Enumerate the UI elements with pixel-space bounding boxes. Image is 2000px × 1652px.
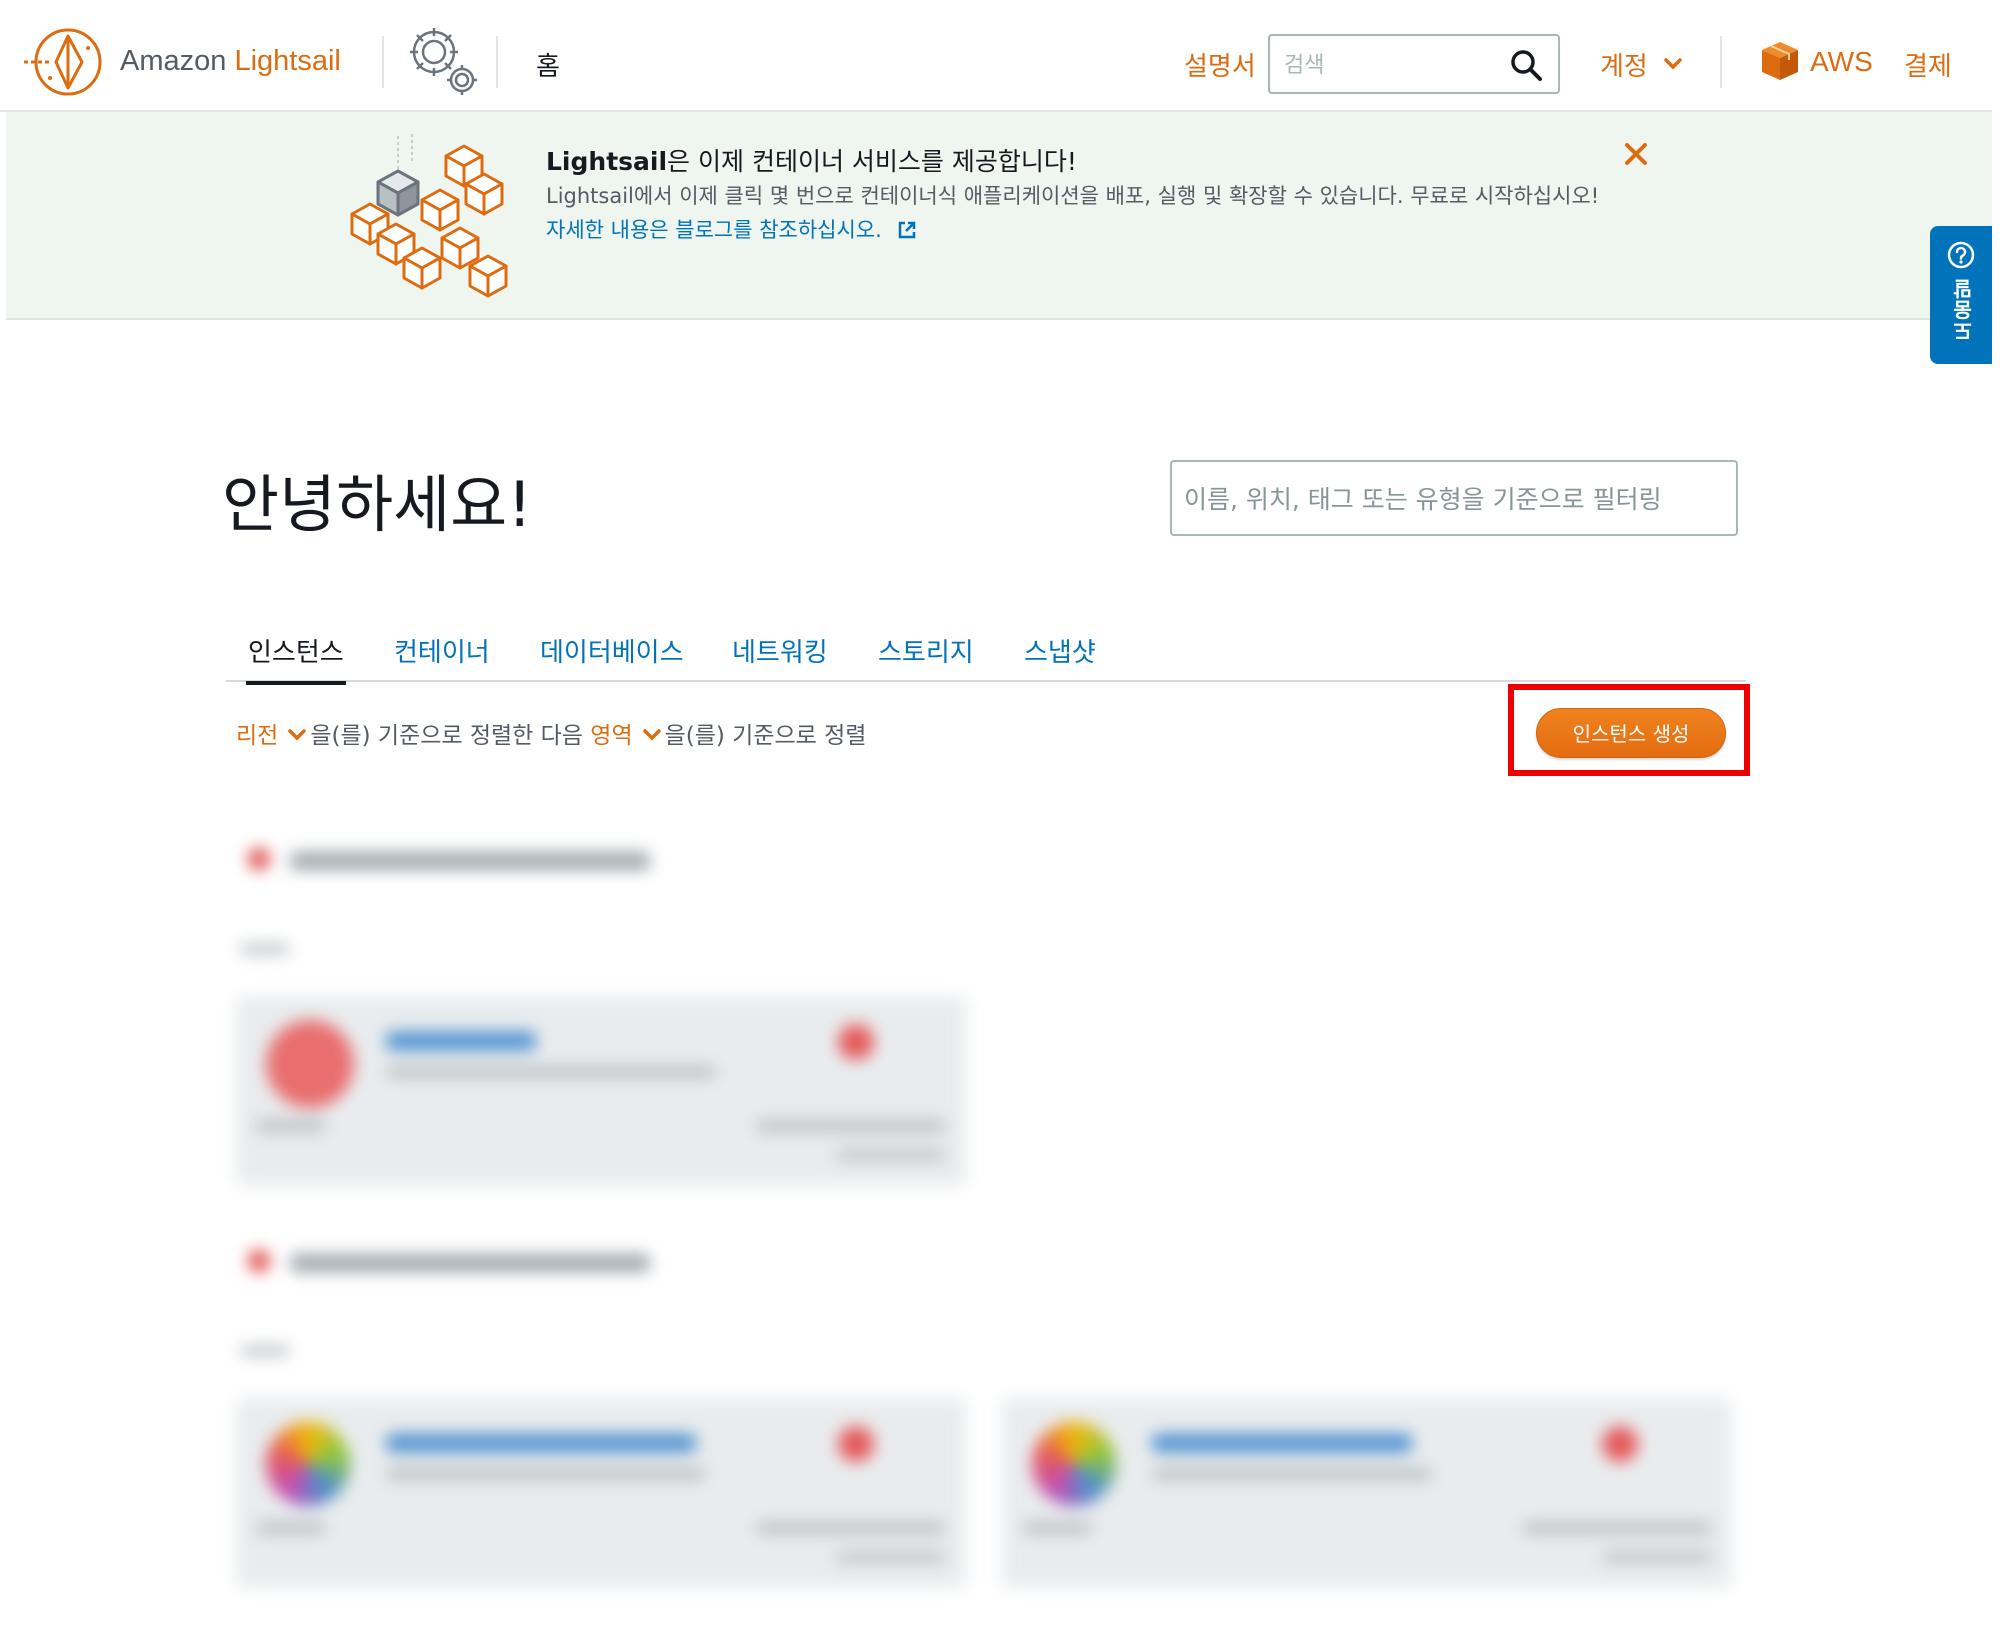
account-menu[interactable]: 계정 (1600, 46, 1648, 83)
zone-label-placeholder (240, 1346, 290, 1356)
instance-state-placeholder (1022, 1522, 1092, 1534)
chevron-down-icon[interactable] (1664, 58, 1682, 70)
billing-link[interactable]: 결제 (1904, 46, 1952, 83)
banner-title: Lightsail은 이제 컨테이너 서비스를 제공합니다! (546, 142, 1077, 178)
instance-avatar (1032, 1422, 1116, 1506)
banner-title-bold: Lightsail (546, 147, 668, 176)
brand-prefix: Amazon (120, 45, 227, 77)
instance-status-icon (838, 1024, 874, 1060)
resource-filter (1170, 460, 1738, 536)
documentation-link[interactable]: 설명서 (1184, 46, 1256, 83)
banner-description: Lightsail에서 이제 클릭 몇 번으로 컨테이너식 애플리케이션을 배포… (546, 184, 1600, 208)
search-icon[interactable] (1508, 47, 1544, 83)
instance-name-placeholder (1152, 1434, 1412, 1452)
lightsail-home-page: Amazon Lightsail 홈 설명서 계정 (0, 0, 2000, 1652)
sort-controls: 리전 을(를) 기준으로 정렬한 다음 영역 을(를) 기준으로 정렬 (236, 716, 866, 750)
breadcrumb-home[interactable]: 홈 (536, 46, 560, 83)
tab-databases[interactable]: 데이터베이스 (540, 632, 684, 669)
instance-card[interactable] (236, 1398, 966, 1588)
search-input[interactable] (1284, 48, 1504, 82)
instance-meta-placeholder (1152, 1468, 1432, 1480)
sort-primary-select[interactable]: 리전 (236, 723, 310, 749)
instance-ip-placeholder (836, 1150, 946, 1160)
lightsail-logo-icon[interactable] (22, 26, 106, 98)
instance-state-placeholder (256, 1522, 326, 1534)
banner-link-text: 자세한 내용은 블로그를 참조하십시오. (546, 218, 882, 242)
sort-secondary-select[interactable]: 영역 (590, 723, 664, 749)
banner-title-rest: 은 이제 컨테이너 서비스를 제공합니다! (667, 147, 1077, 176)
close-icon[interactable] (1620, 138, 1652, 170)
blurred-instance-list (0, 800, 2000, 1652)
nav-divider (382, 36, 384, 88)
resource-tabs: 인스턴스 컨테이너 데이터베이스 네트워킹 스토리지 스냅샷 (226, 628, 1746, 685)
aws-label: AWS (1810, 46, 1873, 77)
instance-ip-placeholder (756, 1522, 946, 1534)
instance-status-icon (1602, 1426, 1638, 1462)
tab-networking[interactable]: 네트워킹 (732, 632, 828, 669)
instance-avatar (266, 1422, 350, 1506)
tab-instances[interactable]: 인스턴스 (246, 632, 346, 685)
settings-gear-icon[interactable] (402, 20, 486, 100)
instance-ip-placeholder (1522, 1522, 1712, 1534)
region-heading-placeholder (290, 852, 650, 870)
highlight-annotation (1508, 684, 1750, 776)
brand-name[interactable]: Amazon Lightsail (120, 45, 341, 78)
instance-ip-placeholder (756, 1120, 946, 1132)
instance-card[interactable] (236, 996, 966, 1186)
help-panel-tab[interactable]: 도움말 (1930, 226, 1992, 364)
tab-storage[interactable]: 스토리지 (878, 632, 974, 669)
sort-middle-text: 을(를) 기준으로 정렬한 다음 (310, 723, 583, 749)
region-flag-icon (248, 848, 270, 870)
region-heading-placeholder (290, 1254, 650, 1272)
region-flag-icon (248, 1250, 270, 1272)
containers-illustration-icon (350, 134, 508, 298)
instance-avatar (266, 1020, 354, 1108)
global-search (1268, 34, 1560, 94)
top-navigation: Amazon Lightsail 홈 설명서 계정 (0, 0, 1992, 112)
chevron-down-icon (288, 729, 307, 741)
tab-containers[interactable]: 컨테이너 (394, 632, 490, 669)
sort-end-text: 을(를) 기준으로 정렬 (664, 723, 867, 749)
help-tab-label: 도움말 (1952, 278, 1976, 341)
instance-state-placeholder (256, 1120, 326, 1132)
nav-divider (1720, 36, 1722, 88)
instance-name-placeholder (386, 1434, 696, 1452)
aws-cube-icon (1762, 42, 1798, 80)
help-question-icon (1947, 241, 1975, 269)
sort-primary-label: 리전 (236, 723, 279, 749)
sort-secondary-label: 영역 (590, 723, 633, 749)
banner-blog-link[interactable]: 자세한 내용은 블로그를 참조하십시오. (546, 214, 917, 244)
instance-ip-placeholder (1602, 1552, 1712, 1562)
nav-divider (496, 36, 498, 88)
instance-name-placeholder (386, 1032, 536, 1050)
tab-snapshots[interactable]: 스냅샷 (1024, 632, 1096, 669)
filter-input[interactable] (1184, 480, 1704, 518)
instance-status-icon (838, 1426, 874, 1462)
instance-ip-placeholder (836, 1552, 946, 1562)
page-title: 안녕하세요! (222, 468, 533, 541)
zone-label-placeholder (240, 944, 290, 954)
announcement-banner: Lightsail은 이제 컨테이너 서비스를 제공합니다! Lightsail… (6, 112, 1992, 320)
external-link-icon (898, 221, 915, 239)
instance-card[interactable] (1002, 1398, 1732, 1588)
brand-accent: Lightsail (234, 45, 341, 77)
instance-meta-placeholder (386, 1066, 716, 1078)
instance-meta-placeholder (386, 1468, 706, 1480)
chevron-down-icon (642, 729, 661, 741)
